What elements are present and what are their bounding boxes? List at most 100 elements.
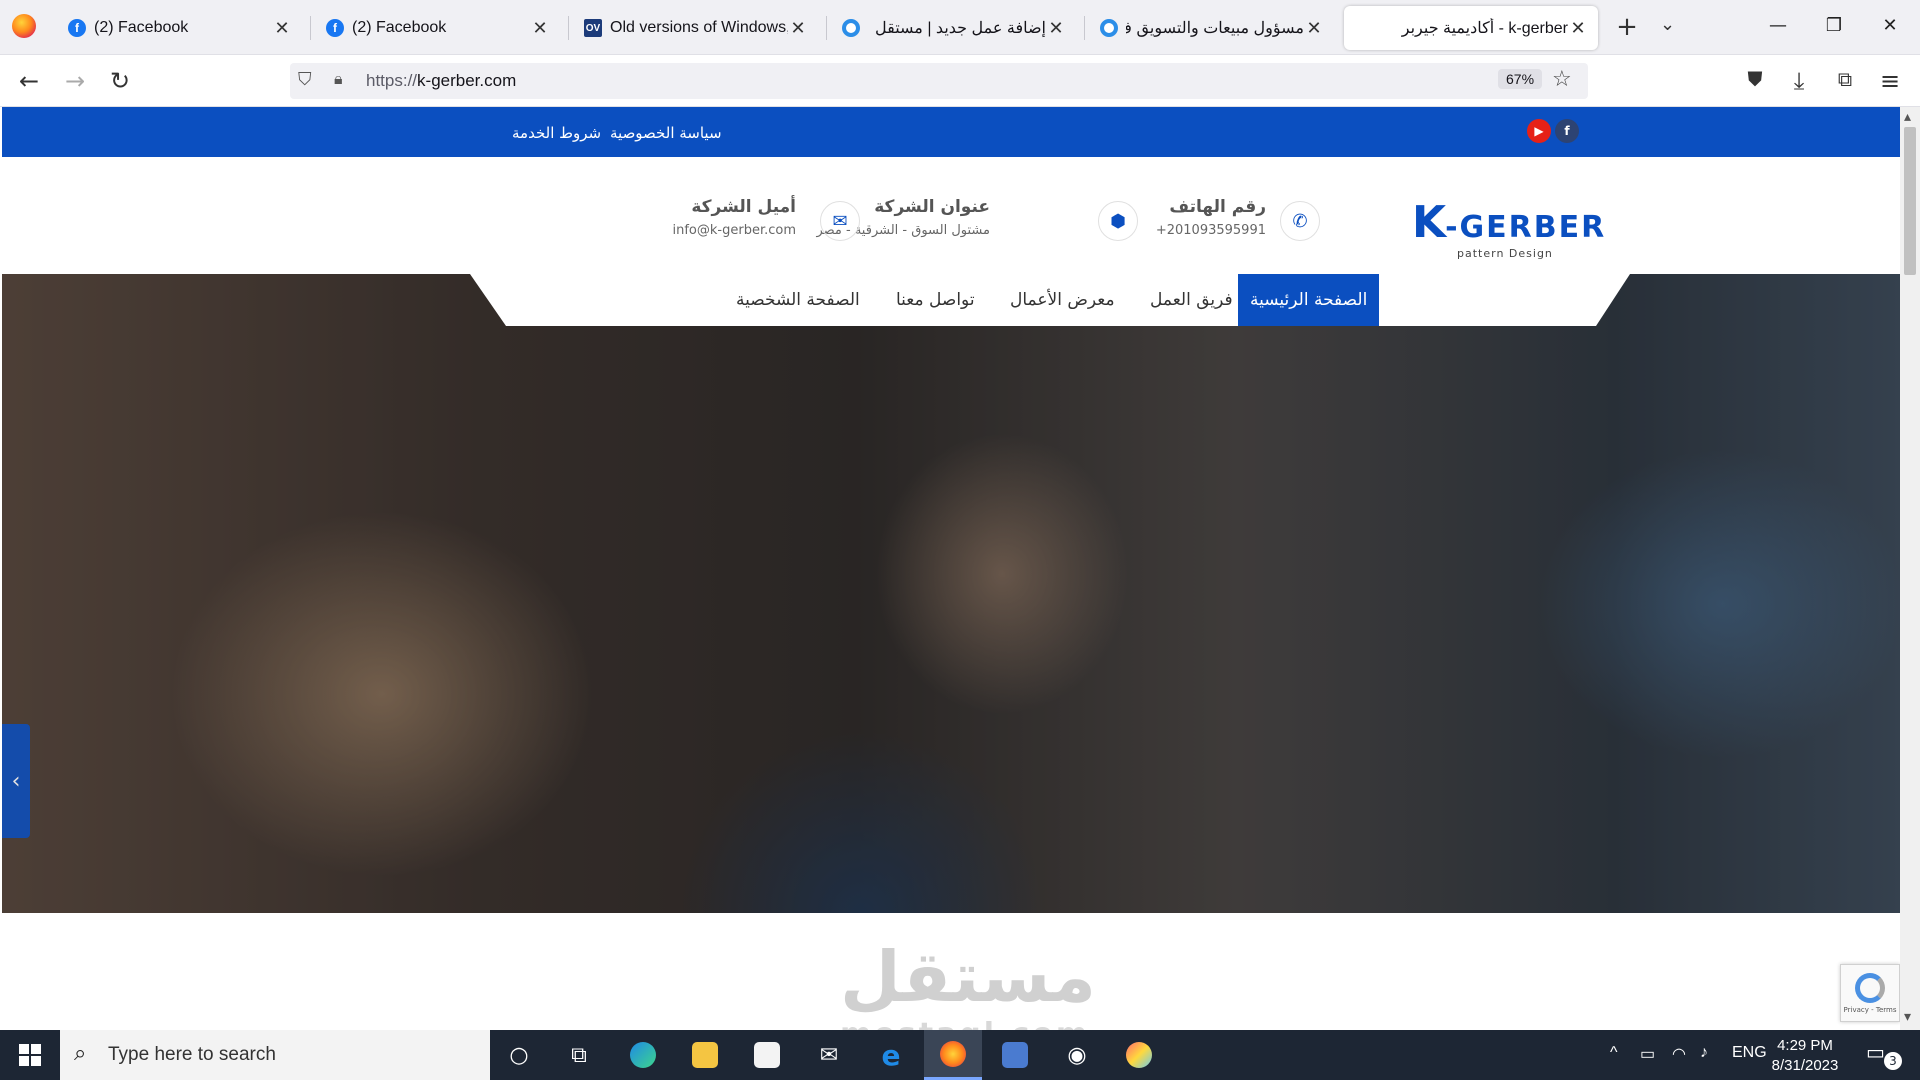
shield-icon[interactable]: ⛉: [298, 69, 312, 90]
store-icon[interactable]: [738, 1030, 796, 1080]
scroll-down-arrow-icon[interactable]: ▾: [1904, 1009, 1911, 1025]
close-window-icon[interactable]: ✕: [1870, 10, 1910, 42]
tab-separator: [1084, 16, 1085, 40]
tab-k-gerber[interactable]: k-gerber - أكاديمية جيربر ✕: [1344, 6, 1598, 50]
youtube-icon[interactable]: ▶: [1527, 119, 1551, 143]
tab-facebook-2[interactable]: f (2) Facebook ✕: [316, 6, 560, 50]
start-button[interactable]: [0, 1030, 60, 1080]
email-value[interactable]: info@k-gerber.com: [673, 223, 797, 238]
tab-old-versions[interactable]: OV Old versions of Windows, M ✕: [574, 6, 818, 50]
close-icon[interactable]: ✕: [530, 18, 550, 39]
notification-center-icon[interactable]: ▭ 3: [1866, 1040, 1902, 1070]
edge-icon[interactable]: [614, 1030, 672, 1080]
menu-item-home[interactable]: الصفحة الرئيسية: [1238, 274, 1380, 326]
tab-title: Old versions of Windows, M: [610, 19, 788, 36]
ov-icon: OV: [584, 19, 602, 37]
video-editor-icon[interactable]: [986, 1030, 1044, 1080]
contact-email: ✉ أميل الشركة info@k-gerber.com: [673, 197, 892, 257]
tab-title: (2) Facebook: [94, 19, 189, 36]
new-tab-plus-icon[interactable]: +: [1612, 12, 1642, 42]
zoom-level-badge[interactable]: 67%: [1498, 69, 1543, 89]
firefox-taskbar-icon[interactable]: [924, 1030, 982, 1080]
file-explorer-icon[interactable]: [676, 1030, 734, 1080]
envelope-icon: ✉: [820, 201, 860, 241]
mail-icon[interactable]: ✉: [800, 1030, 858, 1080]
ie-icon[interactable]: e: [862, 1030, 920, 1080]
phone-value: 201093595991+: [1155, 223, 1266, 238]
pocket-icon[interactable]: ⛊: [1740, 67, 1770, 91]
media-player-icon[interactable]: ◉: [1048, 1030, 1106, 1080]
tab-mostaql-add-work[interactable]: إضافة عمل جديد | مستقل ✕: [832, 6, 1076, 50]
back-arrow-icon[interactable]: ←: [14, 67, 44, 95]
clock-time: 4:29 PM: [1777, 1037, 1833, 1054]
tab-separator: [826, 16, 827, 40]
cortana-circle-icon[interactable]: ○: [490, 1030, 548, 1080]
tab-title: (2) Facebook: [352, 19, 447, 36]
bookmark-star-icon[interactable]: ☆: [1552, 67, 1572, 92]
tab-separator: [568, 16, 569, 40]
forward-arrow-icon[interactable]: →: [60, 67, 90, 95]
windows-taskbar: ⌕ Type here to search ○ ⧉ ✉ e ◉ ^ ▭ ◠ ♪ …: [0, 1030, 1920, 1080]
map-pin-icon: ⬢: [1098, 201, 1138, 241]
recaptcha-badge[interactable]: Privacy - Terms: [1840, 964, 1900, 1022]
download-icon[interactable]: ⤓: [1784, 67, 1814, 95]
facebook-icon: f: [326, 19, 344, 37]
search-icon: ⌕: [74, 1041, 87, 1066]
privacy-policy-link[interactable]: سياسة الخصوصية: [610, 124, 722, 142]
tab-facebook-1[interactable]: f (2) Facebook ✕: [58, 6, 302, 50]
page-scrollbar[interactable]: ▴ ▾: [1900, 107, 1920, 1030]
url-protocol: https://: [366, 71, 418, 90]
battery-icon[interactable]: ▭: [1640, 1044, 1655, 1064]
search-placeholder: Type here to search: [108, 1044, 276, 1065]
facebook-icon: f: [68, 19, 86, 37]
extensions-icon[interactable]: ⧉: [1830, 67, 1860, 91]
logo-tagline: pattern Design: [1457, 247, 1553, 260]
email-title: أميل الشركة: [691, 197, 796, 217]
close-icon[interactable]: ✕: [1568, 18, 1588, 39]
tab-list-chevron-icon[interactable]: ⌄: [1660, 14, 1675, 35]
scroll-up-arrow-icon[interactable]: ▴: [1904, 109, 1911, 125]
close-icon[interactable]: ✕: [272, 18, 292, 39]
restore-icon[interactable]: ❐: [1814, 10, 1854, 42]
taskbar-search-box[interactable]: ⌕ Type here to search: [60, 1030, 490, 1080]
tab-separator: [310, 16, 311, 40]
menu-item-team[interactable]: فريق العمل: [1138, 274, 1245, 326]
nav-toolbar: ← → ↻ ⛉ 🔒︎ https://k-gerber.com 67% ☆ ⛊ …: [0, 55, 1920, 107]
chevron-up-icon[interactable]: ^: [1610, 1044, 1618, 1062]
reload-icon[interactable]: ↻: [105, 67, 135, 95]
facebook-icon[interactable]: f: [1555, 119, 1579, 143]
paint-icon[interactable]: [1110, 1030, 1168, 1080]
clock-date: 8/31/2023: [1771, 1057, 1839, 1074]
recaptcha-text: Privacy - Terms: [1843, 1005, 1897, 1014]
mostaql-ring-icon: [842, 19, 860, 37]
k-gerber-logo[interactable]: K-GERBER pattern Design: [1412, 197, 1607, 260]
scroll-thumb[interactable]: [1904, 127, 1916, 275]
slider-prev-chevron-icon[interactable]: ‹: [2, 724, 30, 838]
minimize-icon[interactable]: —: [1758, 10, 1798, 42]
terms-of-service-link[interactable]: شروط الخدمة: [512, 124, 601, 142]
firefox-logo-icon[interactable]: [12, 14, 36, 38]
close-icon[interactable]: ✕: [1046, 18, 1066, 39]
main-menu: الصفحة الرئيسية فريق العمل معرض الأعمال …: [470, 274, 1630, 326]
url-bar[interactable]: ⛉ 🔒︎ https://k-gerber.com 67% ☆: [290, 63, 1588, 99]
tab-title: إضافة عمل جديد | مستقل: [874, 20, 1046, 37]
site-top-bar: سياسة الخصوصية شروط الخدمة ▶ f: [2, 107, 1900, 157]
volume-icon[interactable]: ♪: [1700, 1044, 1708, 1062]
tab-mostaql-job[interactable]: مسؤول مبيعات والتسويق ف ✕: [1090, 6, 1334, 50]
close-icon[interactable]: ✕: [1304, 18, 1324, 39]
close-icon[interactable]: ✕: [788, 18, 808, 39]
menu-item-portfolio[interactable]: معرض الأعمال: [998, 274, 1127, 326]
task-view-icon[interactable]: ⧉: [550, 1030, 608, 1080]
mostaql-watermark: مستقل: [840, 936, 1097, 1018]
tab-title: k-gerber - أكاديمية جيربر: [1401, 20, 1568, 37]
menu-hamburger-icon[interactable]: ≡: [1875, 67, 1905, 95]
wifi-icon[interactable]: ◠: [1672, 1044, 1686, 1064]
menu-item-profile[interactable]: الصفحة الشخصية: [724, 274, 872, 326]
clock[interactable]: 4:29 PM 8/31/2023: [1752, 1036, 1858, 1076]
logo-wordmark: -GERBER: [1445, 210, 1607, 245]
lock-icon[interactable]: 🔒︎: [334, 69, 343, 89]
url-text[interactable]: https://k-gerber.com: [366, 71, 516, 91]
menu-item-contact[interactable]: تواصل معنا: [884, 274, 987, 326]
page-viewport: سياسة الخصوصية شروط الخدمة ▶ f K-GERBER …: [0, 107, 1920, 1030]
hero-overlay: [2, 274, 1900, 913]
